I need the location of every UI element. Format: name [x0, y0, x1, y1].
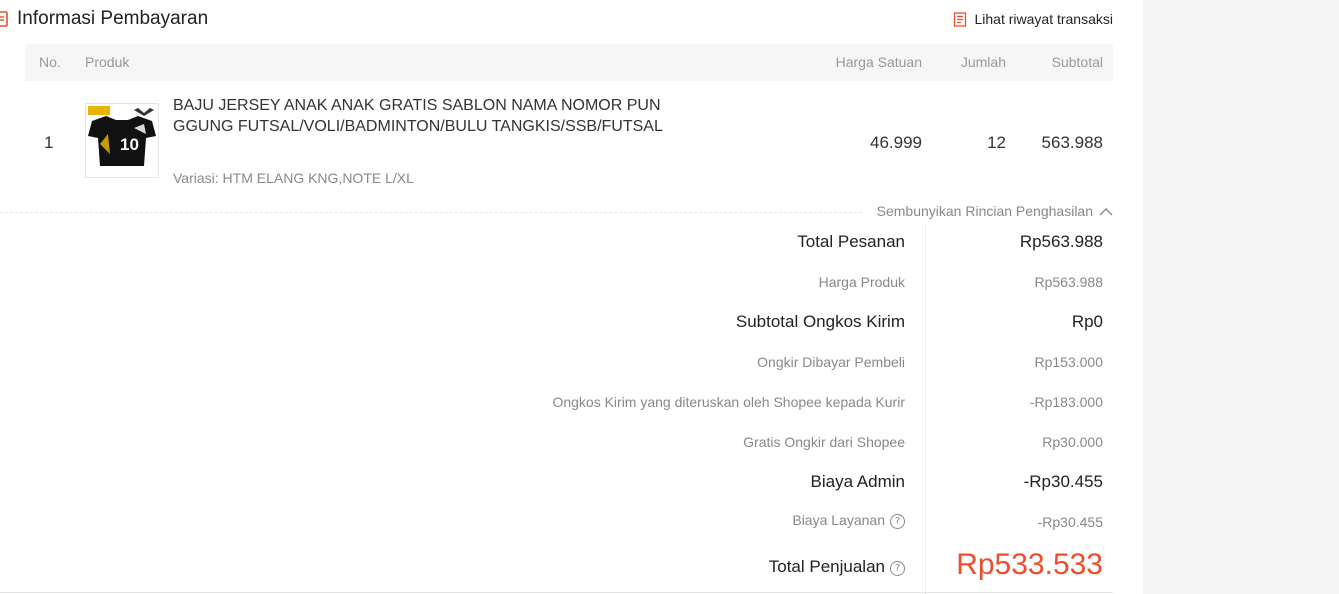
table-row: 1 10 BAJU JERSEY ANAK ANAK GRATIS SABLON…	[25, 81, 1113, 212]
payment-info-panel: Informasi Pembayaran Lihat riwayat trans…	[0, 0, 1143, 594]
shipping-subtotal-label: Subtotal Ongkos Kirim	[735, 312, 905, 331]
receipt-icon	[954, 11, 967, 27]
product-thumbnail[interactable]: 10	[85, 103, 159, 178]
row-subtotal: 563.988	[1041, 133, 1103, 152]
product-variation: Variasi: HTM ELANG KNG,NOTE L/XL	[173, 170, 414, 186]
column-subtotal: Subtotal	[1051, 54, 1103, 70]
service-fee-label-wrap: Biaya Layanan?	[792, 512, 905, 529]
admin-fee-label: Biaya Admin	[810, 472, 906, 491]
free-shipping-label: Gratis Ongkir dari Shopee	[743, 434, 905, 450]
history-link-label: Lihat riwayat transaksi	[974, 11, 1113, 27]
product-price-value: Rp563.988	[1034, 274, 1103, 290]
buyer-shipping-value: Rp153.000	[1034, 354, 1103, 370]
help-icon[interactable]: ?	[890, 561, 905, 576]
table-header: No. Produk Harga Satuan Jumlah Subtotal	[25, 44, 1113, 81]
transaction-history-link[interactable]: Lihat riwayat transaksi	[953, 10, 1113, 28]
column-no: No.	[39, 54, 61, 70]
page-title: Informasi Pembayaran	[17, 8, 209, 29]
product-name[interactable]: BAJU JERSEY ANAK ANAK GRATIS SABLON NAMA…	[173, 95, 668, 137]
summary-divider	[925, 223, 926, 594]
divider	[0, 212, 862, 213]
jersey-image: 10	[86, 104, 158, 177]
chevron-up-icon	[1099, 207, 1113, 215]
total-sales-label: Total Penjualan	[768, 557, 885, 576]
total-order-value: Rp563.988	[1019, 232, 1103, 251]
row-number: 1	[44, 133, 54, 152]
hide-income-details-toggle[interactable]: Sembunyikan Rincian Penghasilan	[877, 203, 1113, 219]
service-fee-value: -Rp30.455	[1037, 514, 1103, 530]
document-icon	[0, 11, 8, 27]
admin-fee-value: -Rp30.455	[1023, 472, 1103, 491]
total-sales-value: Rp533.533	[956, 548, 1103, 581]
column-unit-price: Harga Satuan	[835, 54, 922, 70]
service-fee-label: Biaya Layanan	[792, 512, 885, 528]
buyer-shipping-label: Ongkir Dibayar Pembeli	[757, 354, 905, 370]
product-price-label: Harga Produk	[818, 274, 905, 290]
jersey-number: 10	[120, 135, 139, 154]
forwarded-shipping-label: Ongkos Kirim yang diteruskan oleh Shopee…	[552, 394, 905, 410]
quantity: 12	[987, 133, 1006, 152]
forwarded-shipping-value: -Rp183.000	[1029, 394, 1103, 410]
unit-price: 46.999	[870, 133, 922, 152]
help-icon[interactable]: ?	[890, 514, 905, 529]
column-product: Produk	[85, 54, 130, 70]
free-shipping-value: Rp30.000	[1042, 434, 1103, 450]
toggle-label: Sembunyikan Rincian Penghasilan	[876, 203, 1093, 219]
total-sales-label-wrap: Total Penjualan?	[769, 557, 905, 577]
column-quantity: Jumlah	[960, 54, 1006, 70]
bottom-divider	[0, 592, 1113, 593]
shipping-subtotal-value: Rp0	[1071, 312, 1103, 331]
total-order-label: Total Pesanan	[797, 232, 905, 251]
